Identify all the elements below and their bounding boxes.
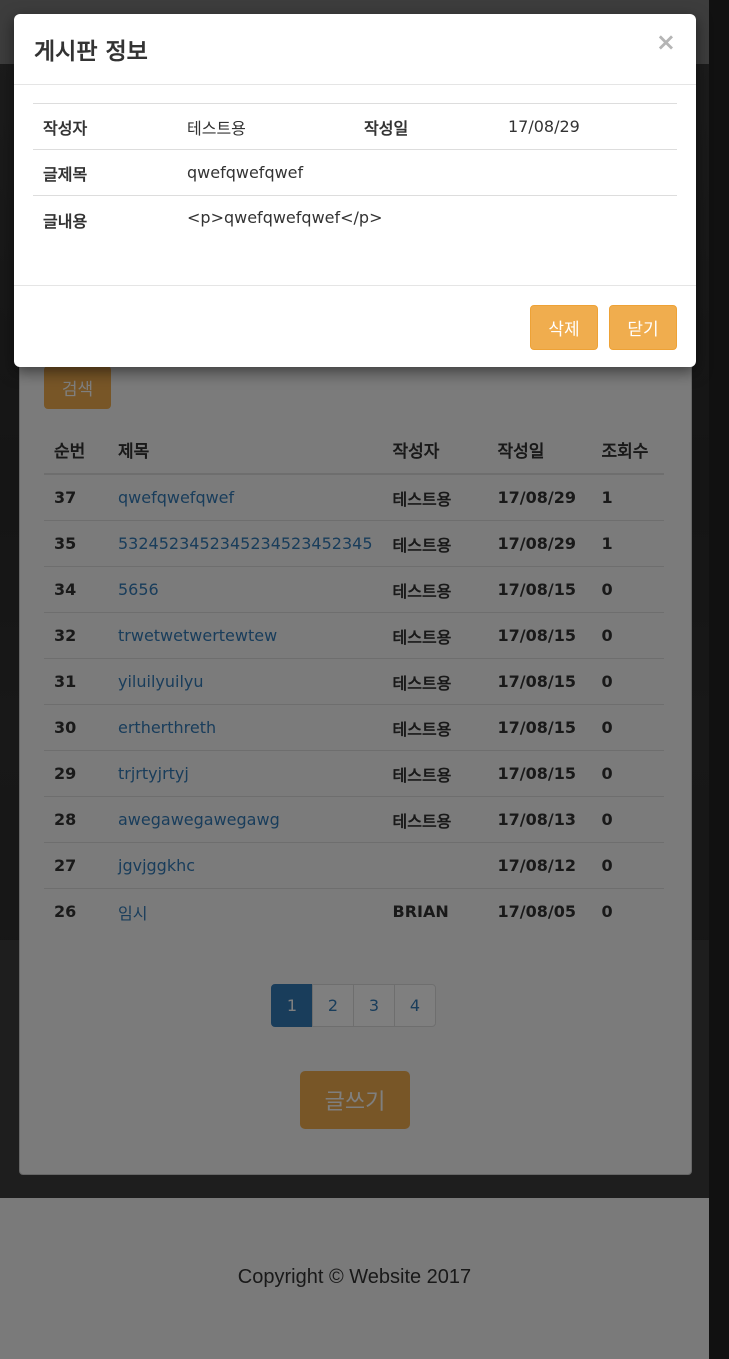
delete-button[interactable]: 삭제 (530, 305, 598, 350)
subject-label: 글제목 (33, 149, 177, 196)
modal-title: 게시판 정보 (34, 39, 148, 65)
modal-header: 게시판 정보 × (14, 14, 696, 85)
writer-value: 테스트용 (177, 103, 354, 150)
subject-value: qwefqwefqwef (177, 149, 677, 196)
board-info-modal: 게시판 정보 × 작성자 테스트용 작성일 17/08/29 글제목 qwefq… (14, 14, 696, 367)
info-row: 글내용 <p>qwefqwefqwef</p> (33, 195, 677, 241)
modal-footer: 삭제 닫기 (14, 285, 696, 368)
date-value: 17/08/29 (498, 103, 677, 150)
content-value: <p>qwefqwefqwef</p> (177, 195, 677, 241)
date-label: 작성일 (354, 103, 498, 150)
post-info-table: 작성자 테스트용 작성일 17/08/29 글제목 qwefqwefqwef 글… (33, 103, 677, 241)
close-button[interactable]: 닫기 (609, 305, 677, 350)
info-row: 글제목 qwefqwefqwef (33, 149, 677, 196)
content-label: 글내용 (33, 195, 177, 241)
close-icon[interactable]: × (656, 28, 676, 56)
writer-label: 작성자 (33, 103, 177, 150)
info-row: 작성자 테스트용 작성일 17/08/29 (33, 103, 677, 150)
